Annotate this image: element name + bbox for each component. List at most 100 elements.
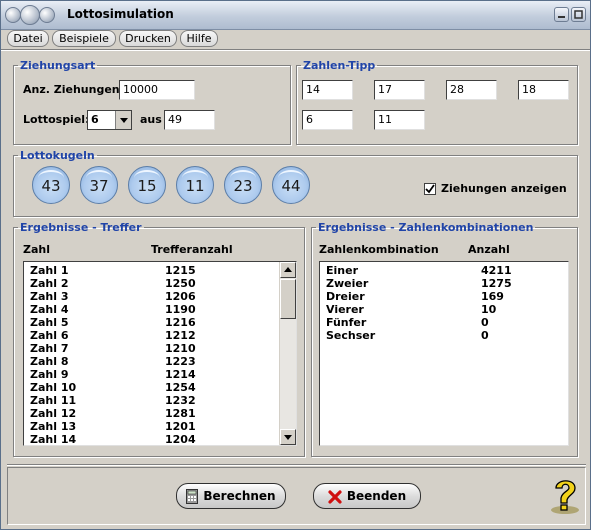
row-value: 1254 xyxy=(165,381,196,394)
list-row[interactable]: Zahl 3 1206 xyxy=(24,290,284,303)
row-label: Zahl 3 xyxy=(30,290,69,303)
list-row[interactable]: Zahl 11 1232 xyxy=(24,394,284,407)
berechnen-button[interactable]: Berechnen xyxy=(176,483,286,509)
lotto-ball: 44 xyxy=(272,166,310,204)
lotto-ball: 15 xyxy=(128,166,166,204)
ziehungen-anzeigen-checkbox[interactable] xyxy=(424,183,436,195)
tipp-input-5[interactable]: 6 xyxy=(302,110,353,130)
tipp-input-4[interactable]: 18 xyxy=(518,80,569,100)
zahlen-tipp-legend: Zahlen-Tipp xyxy=(303,59,376,72)
minimize-icon xyxy=(558,16,565,18)
calculator-icon xyxy=(186,489,199,504)
list-row[interactable]: Sechser 0 xyxy=(320,329,568,342)
anz-ziehungen-input[interactable]: 10000 xyxy=(119,80,195,100)
beenden-button[interactable]: Beenden xyxy=(313,483,421,509)
row-value: 1190 xyxy=(165,303,196,316)
menu-drucken[interactable]: Drucken xyxy=(119,30,177,47)
row-label: Zahl 1 xyxy=(30,264,69,277)
list-row[interactable]: Zweier 1275 xyxy=(320,277,568,290)
scroll-down-button[interactable] xyxy=(280,429,296,445)
menu-datei[interactable]: Datei xyxy=(7,30,49,47)
tipp-input-6[interactable]: 11 xyxy=(374,110,425,130)
list-row[interactable]: Fünfer 0 xyxy=(320,316,568,329)
minimize-button[interactable] xyxy=(554,7,569,22)
list-row[interactable]: Zahl 12 1281 xyxy=(24,407,284,420)
lottospiel-label: Lottospiel: xyxy=(23,113,90,126)
row-label: Zahl 7 xyxy=(30,342,69,355)
lotto-ball: 37 xyxy=(80,166,118,204)
aus-label: aus xyxy=(140,113,162,126)
row-label: Zahl 11 xyxy=(30,394,77,407)
menu-beispiele[interactable]: Beispiele xyxy=(52,30,116,47)
orb-icon[interactable] xyxy=(20,5,40,25)
row-value: 0 xyxy=(481,316,489,329)
beenden-label: Beenden xyxy=(346,489,407,503)
row-label: Fünfer xyxy=(326,316,367,329)
orb-icon[interactable] xyxy=(5,7,21,23)
row-value: 1232 xyxy=(165,394,196,407)
menu-hilfe[interactable]: Hilfe xyxy=(180,30,218,47)
row-value: 1250 xyxy=(165,277,196,290)
menu-label: Drucken xyxy=(125,32,171,45)
list-row[interactable]: Vierer 10 xyxy=(320,303,568,316)
tipp-input-1[interactable]: 14 xyxy=(302,80,353,100)
dropdown-button[interactable] xyxy=(115,111,131,129)
row-value: 1216 xyxy=(165,316,196,329)
maximize-button[interactable] xyxy=(571,7,586,22)
row-value: 4211 xyxy=(481,264,512,277)
row-value: 1215 xyxy=(165,264,196,277)
treffer-list[interactable]: Zahl 1 1215 Zahl 2 1250 Zahl 3 1206 Zahl 4 1190… xyxy=(23,261,297,446)
row-value: 10 xyxy=(481,303,497,316)
row-label: Zahl 9 xyxy=(30,368,69,381)
row-value: 1214 xyxy=(165,368,196,381)
ziehungen-anzeigen-label[interactable]: Ziehungen anzeigen xyxy=(441,182,567,195)
treffer-col-zahl: Zahl xyxy=(23,243,51,256)
ball-number: 15 xyxy=(137,177,157,195)
kombi-legend: Ergebnisse - Zahlenkombinationen xyxy=(318,221,534,234)
lotto-ball: 23 xyxy=(224,166,262,204)
list-row[interactable]: Zahl 2 1250 xyxy=(24,277,284,290)
row-value: 1210 xyxy=(165,342,196,355)
list-row[interactable]: Einer 4211 xyxy=(320,264,568,277)
list-row[interactable]: Zahl 14 1204 xyxy=(24,433,284,446)
row-value: 1204 xyxy=(165,433,196,446)
row-label: Dreier xyxy=(326,290,365,303)
tipp-input-3[interactable]: 28 xyxy=(446,80,497,100)
list-row[interactable]: Zahl 8 1223 xyxy=(24,355,284,368)
orb-icon[interactable] xyxy=(39,7,55,23)
title-bar[interactable]: Lottosimulation xyxy=(1,1,590,30)
row-value: 1201 xyxy=(165,420,196,433)
ball-number: 43 xyxy=(41,177,61,195)
list-row[interactable]: Dreier 169 xyxy=(320,290,568,303)
list-row[interactable]: Zahl 4 1190 xyxy=(24,303,284,316)
list-row[interactable]: Zahl 1 1215 xyxy=(24,264,284,277)
list-row[interactable]: Zahl 5 1216 xyxy=(24,316,284,329)
lottospiel-select[interactable]: 6 xyxy=(87,110,132,130)
row-label: Zahl 4 xyxy=(30,303,69,316)
row-value: 1212 xyxy=(165,329,196,342)
arrow-down-icon xyxy=(284,435,292,440)
list-row[interactable]: Zahl 6 1212 xyxy=(24,329,284,342)
list-row[interactable]: Zahl 13 1201 xyxy=(24,420,284,433)
row-label: Zahl 2 xyxy=(30,277,69,290)
ball-number: 44 xyxy=(281,177,301,195)
list-row[interactable]: Zahl 10 1254 xyxy=(24,381,284,394)
tipp-input-2[interactable]: 17 xyxy=(374,80,425,100)
kombi-list[interactable]: Einer 4211 Zweier 1275 Dreier 169 Vierer 10 Fünf… xyxy=(319,261,569,446)
aus-input[interactable]: 49 xyxy=(164,110,215,130)
row-value: 0 xyxy=(481,329,489,342)
menu-label: Datei xyxy=(13,32,43,45)
list-row[interactable]: Zahl 9 1214 xyxy=(24,368,284,381)
row-label: Zahl 5 xyxy=(30,316,69,329)
list-row[interactable]: Zahl 7 1210 xyxy=(24,342,284,355)
row-label: Zahl 12 xyxy=(30,407,77,420)
row-label: Zweier xyxy=(326,277,369,290)
treffer-scrollbar[interactable] xyxy=(279,262,296,445)
kombi-col-kombination: Zahlenkombination xyxy=(319,243,439,256)
ziehungsart-group: Ziehungsart xyxy=(13,59,291,145)
scroll-up-button[interactable] xyxy=(280,262,296,278)
scroll-thumb[interactable] xyxy=(280,279,296,319)
zahlen-tipp-group: Zahlen-Tipp xyxy=(296,59,578,145)
help-button[interactable] xyxy=(548,477,582,515)
row-label: Zahl 13 xyxy=(30,420,77,433)
